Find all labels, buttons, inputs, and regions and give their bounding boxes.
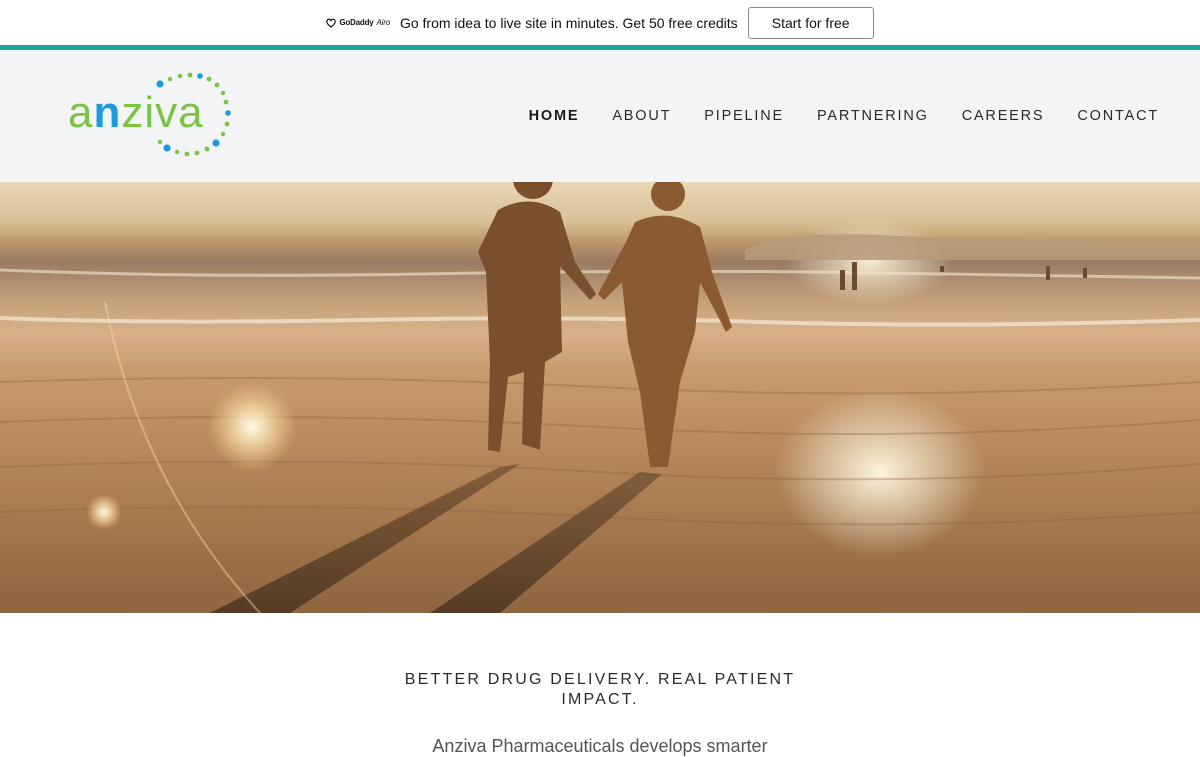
distant-people: [840, 262, 1087, 290]
godaddy-heart-icon: [326, 18, 337, 28]
nav-partnering[interactable]: PARTNERING: [817, 108, 929, 124]
nav-about[interactable]: ABOUT: [612, 108, 671, 124]
godaddy-airo-logo: GoDaddy Airo: [326, 18, 390, 28]
lens-flare: [86, 494, 122, 530]
nav-home[interactable]: HOME: [529, 108, 580, 124]
wave-line: [0, 268, 1200, 280]
wave-line: [0, 316, 1200, 327]
woman-silhouette: [598, 182, 732, 467]
site-header: anziva HOME ABOUT PIPELINE PARTNERING CA…: [0, 50, 1200, 182]
nav-careers[interactable]: CAREERS: [962, 108, 1045, 124]
intro-text: Anziva Pharmaceuticals develops smarter: [432, 736, 768, 756]
promo-message: Go from idea to live site in minutes. Ge…: [399, 14, 738, 31]
start-for-free-button[interactable]: Start for free: [747, 6, 874, 39]
hero-image: [0, 182, 1200, 613]
brand-subtext: Airo: [376, 18, 391, 27]
nav-contact[interactable]: CONTACT: [1077, 108, 1159, 124]
main-nav: HOME ABOUT PIPELINE PARTNERING CAREERS C…: [496, 108, 1159, 124]
tagline: BETTER DRUG DELIVERY. REAL PATIENT IMPAC…: [404, 671, 796, 708]
anziva-logo[interactable]: anziva: [68, 70, 238, 162]
nav-pipeline[interactable]: PIPELINE: [704, 108, 784, 124]
lens-flare: [207, 382, 297, 472]
brand-text: GoDaddy: [339, 18, 374, 27]
svg-text:anziva: anziva: [68, 88, 204, 137]
promo-bar: GoDaddy Airo Go from idea to live site i…: [0, 0, 1200, 45]
distant-headland: [745, 234, 1200, 260]
